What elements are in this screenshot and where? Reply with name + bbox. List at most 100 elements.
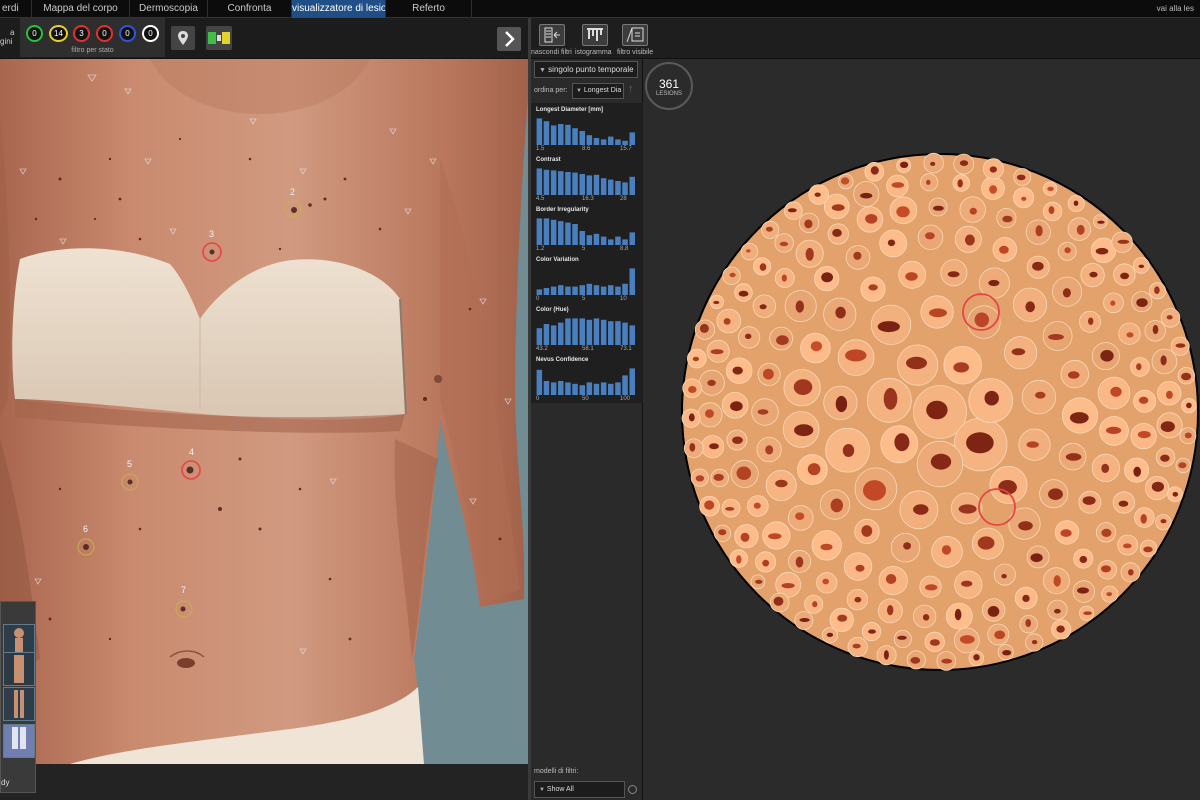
lesion-marker-label[interactable]: 3 <box>209 229 214 239</box>
histogram-chart[interactable] <box>536 317 636 345</box>
lesion-marker-label[interactable]: 2 <box>290 187 295 197</box>
lesion-marker-label[interactable]: 5 <box>127 459 132 469</box>
histogram-tick-label: 8.8 <box>620 246 629 252</box>
body-photo-view[interactable]: 2 3 4 5 6 7 <box>0 59 528 764</box>
visible-filter-button[interactable] <box>622 24 648 46</box>
histogram-chart[interactable] <box>536 267 636 295</box>
histogram-bar <box>536 218 543 245</box>
goto-lesion-link[interactable]: vai alla les <box>1157 0 1194 18</box>
location-pin-icon <box>178 31 188 45</box>
lesion-spot <box>1047 186 1054 191</box>
lesion-spot <box>1138 264 1145 268</box>
lesion-spot <box>1082 496 1096 505</box>
histogram-bar <box>593 318 600 345</box>
status-ring-blue[interactable]: 0 <box>119 25 136 42</box>
histogram-bar <box>550 125 557 145</box>
lesion-spot <box>1095 247 1109 255</box>
lesion-spot <box>1143 546 1153 553</box>
histogram-tick-label: 100 <box>620 396 631 402</box>
lesion-spot <box>1026 441 1039 448</box>
lesion-spot <box>730 401 743 412</box>
lesion-spot <box>930 161 936 166</box>
gear-icon[interactable] <box>628 785 637 794</box>
lesion-disc[interactable] <box>643 59 1200 800</box>
status-ring-red[interactable]: 3 <box>73 25 90 42</box>
app-window: erdi Mappa del corpo Dermoscopia Confron… <box>0 0 1200 800</box>
lesion-spot <box>795 300 804 313</box>
lesion-spot <box>822 578 829 585</box>
sort-value: Longest Dia <box>583 87 622 94</box>
lesion-spot <box>1152 324 1159 335</box>
sort-select[interactable]: ▼ Longest Dia <box>572 83 624 99</box>
lesion-spot <box>729 272 736 278</box>
lesion-spot <box>965 234 975 246</box>
histogram-tick-label: 5 <box>582 246 586 252</box>
lesion-spot <box>795 556 804 568</box>
histogram-chart[interactable] <box>536 367 636 395</box>
tab-report[interactable]: Referto <box>386 0 472 18</box>
lesion-spot <box>905 272 918 281</box>
lesion-spot <box>766 226 773 232</box>
body-view-thumb-legs[interactable] <box>3 687 35 721</box>
lesion-spot <box>1025 301 1035 313</box>
lesion-spot <box>1018 521 1033 531</box>
histogram-bar <box>536 369 543 395</box>
lesion-marker-label[interactable]: 7 <box>181 585 186 595</box>
lesion-spot <box>1076 224 1085 235</box>
lesion-spot <box>740 532 750 542</box>
lesion-spot <box>1151 481 1164 492</box>
lesion-spot <box>1160 519 1167 524</box>
tab-body-map[interactable]: Mappa del corpo <box>32 0 130 18</box>
lesion-spot <box>913 504 929 515</box>
tab-dermoscopy[interactable]: Dermoscopia <box>130 0 208 18</box>
lesion-spot <box>787 208 797 213</box>
lesion-spot <box>1133 466 1141 477</box>
status-ring-white[interactable]: 0 <box>142 25 159 42</box>
histogram-bar <box>579 174 585 195</box>
histogram-tick-label: 0 <box>536 396 540 402</box>
histogram-chart[interactable] <box>536 167 636 195</box>
lesion-marker-label[interactable]: 6 <box>83 524 88 534</box>
status-ring-green[interactable]: 0 <box>26 25 43 42</box>
histogram-button[interactable] <box>582 24 608 46</box>
next-button[interactable] <box>497 27 521 51</box>
tab-lesion-viewer[interactable]: visualizzatore di lesioni <box>292 0 386 18</box>
lesion-spot <box>723 318 731 325</box>
body-view-thumb-lower[interactable] <box>3 724 35 758</box>
time-point-select[interactable]: ▼ singolo punto temporale <box>534 61 638 78</box>
hide-filters-button[interactable] <box>539 24 565 46</box>
lesion-spot <box>961 580 973 587</box>
lesion-spot <box>868 629 876 634</box>
lesion-spot <box>1065 453 1082 461</box>
histogram-bar <box>608 179 614 195</box>
histogram-bar <box>572 224 578 245</box>
body-figure-icon <box>12 727 26 749</box>
toolbar-partial-label-2: gini <box>0 37 13 46</box>
body-view-thumb-torso[interactable] <box>3 652 35 686</box>
histogram-title: Border Irregularity <box>536 207 589 213</box>
main-tab-bar: erdi Mappa del corpo Dermoscopia Confron… <box>0 0 1200 18</box>
histogram-bar <box>586 283 593 295</box>
histogram-chart[interactable] <box>536 117 636 145</box>
body-view-strip: dy <box>0 601 36 793</box>
status-ring-red-2[interactable]: 0 <box>96 25 113 42</box>
histogram-bar <box>543 381 550 395</box>
histogram-title: Color (Hue) <box>536 307 569 313</box>
images-toggle[interactable]: a gini <box>0 28 18 46</box>
lesion-marker-label[interactable]: 4 <box>189 447 194 457</box>
histogram-bar <box>629 368 635 395</box>
tab-partial[interactable]: erdi <box>0 0 32 18</box>
histogram-bar <box>600 286 607 295</box>
tab-compare[interactable]: Confronta <box>208 0 292 18</box>
status-ring-yellow[interactable]: 14 <box>49 25 68 42</box>
compare-toggle-button[interactable] <box>206 26 232 50</box>
lesion-viewer[interactable]: 361 LESIONS <box>643 59 1200 800</box>
histogram-chart[interactable] <box>536 217 636 245</box>
lesion-spot <box>883 387 898 410</box>
histogram-bar <box>558 285 564 295</box>
lesion-spot <box>1154 286 1160 294</box>
sort-direction-icon[interactable]: ↑ <box>628 83 634 95</box>
location-pin-button[interactable] <box>171 26 195 50</box>
filter-models-select[interactable]: ▼ Show All <box>534 781 625 798</box>
histogram-bar <box>615 139 621 145</box>
